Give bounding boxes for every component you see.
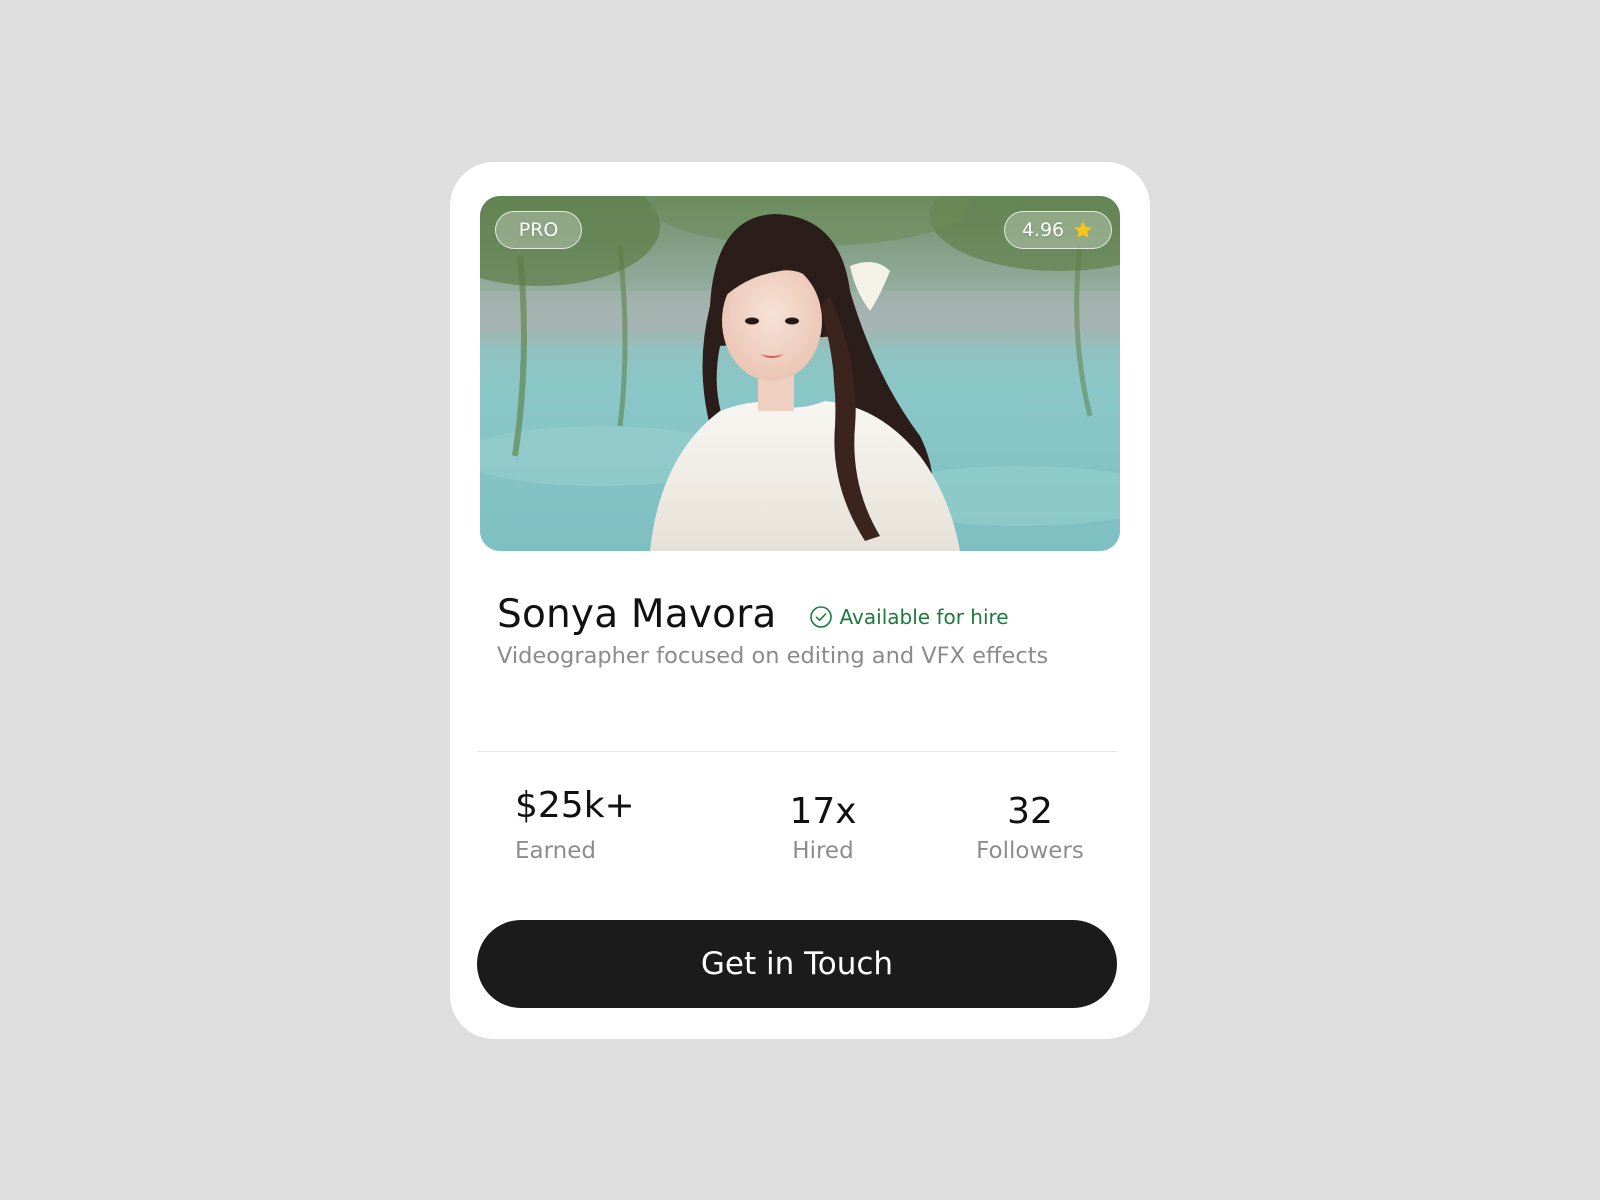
- name-row: Sonya Mavora Available for hire: [497, 592, 1117, 637]
- stat-label: Hired: [792, 838, 854, 864]
- stat-value: $25k+: [515, 785, 635, 826]
- rating-value: 4.96: [1021, 219, 1065, 241]
- stat-hired: 17x Hired: [768, 782, 878, 864]
- divider: [477, 751, 1117, 752]
- stat-earned: $25k+ Earned: [515, 782, 635, 864]
- availability-label: Available for hire: [839, 604, 1009, 629]
- profile-name: Sonya Mavora: [497, 592, 777, 637]
- availability-status: Available for hire: [809, 605, 1009, 629]
- rating-badge: 4.96: [1004, 211, 1112, 249]
- profile-card: PRO 4.96 Sonya Mavora Available for hire…: [450, 162, 1150, 1039]
- portrait-image: [480, 196, 1120, 551]
- stats-row: $25k+ Earned 17x Hired 32 Followers: [450, 782, 1150, 892]
- stat-value: 32: [1007, 791, 1053, 832]
- profile-bio: Videographer focused on editing and VFX …: [497, 643, 1049, 669]
- profile-photo: PRO 4.96: [480, 196, 1120, 551]
- get-in-touch-button[interactable]: Get in Touch: [477, 920, 1117, 1008]
- stat-followers: 32 Followers: [960, 782, 1100, 864]
- pro-badge-label: PRO: [518, 219, 559, 241]
- stat-label: Earned: [515, 838, 597, 864]
- check-circle-icon: [809, 605, 832, 628]
- profile-info: Sonya Mavora Available for hire Videogra…: [497, 592, 1117, 669]
- pro-badge: PRO: [495, 211, 582, 249]
- stat-label: Followers: [976, 838, 1084, 864]
- star-icon: [1074, 221, 1092, 238]
- stat-value: 17x: [789, 791, 857, 832]
